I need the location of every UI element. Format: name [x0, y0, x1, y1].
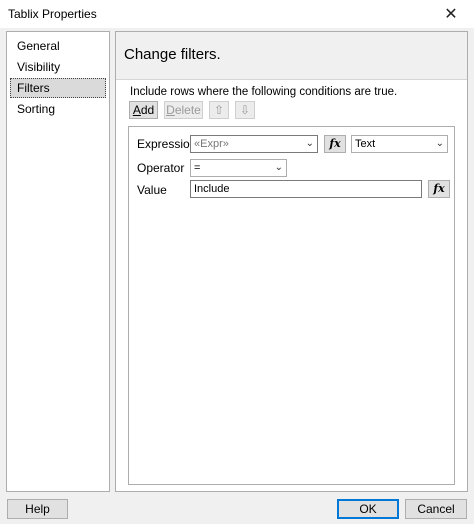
- delete-button-label: Delete: [166, 103, 201, 117]
- ok-button-label: OK: [359, 502, 377, 516]
- sidebar-item-label: Sorting: [17, 102, 56, 116]
- value-label: Value: [137, 183, 167, 197]
- function-icon: fx: [433, 182, 445, 195]
- filter-panel: Expression «Expr» ⌄ fx Text ⌄ Operator =…: [128, 126, 455, 485]
- sidebar-item-label: Filters: [17, 81, 50, 95]
- chevron-down-icon: ⌄: [274, 162, 283, 173]
- value-input[interactable]: Include: [190, 180, 422, 198]
- chevron-down-icon: ⌄: [305, 138, 314, 149]
- page-title: Change filters.: [124, 46, 221, 63]
- arrow-down-icon: ⇩: [239, 103, 251, 117]
- chevron-down-icon: ⌄: [435, 138, 444, 149]
- sidebar-item-sorting[interactable]: Sorting: [10, 99, 106, 119]
- sidebar-item-general[interactable]: General: [10, 36, 106, 56]
- close-button[interactable]: ✕: [428, 0, 474, 28]
- operator-label: Operator: [137, 161, 185, 175]
- delete-button[interactable]: Delete: [164, 101, 203, 119]
- sidebar-item-filters[interactable]: Filters: [10, 78, 106, 98]
- expression-combo[interactable]: «Expr» ⌄: [190, 135, 318, 153]
- add-button-label: Add: [132, 103, 155, 117]
- expression-label: Expression: [137, 137, 197, 151]
- sidebar-item-label: Visibility: [17, 60, 61, 74]
- main-body: Include rows where the following conditi…: [116, 80, 467, 491]
- type-value: Text: [355, 138, 376, 150]
- expression-value: «Expr»: [194, 138, 229, 150]
- instructions-text: Include rows where the following conditi…: [130, 86, 398, 98]
- move-down-button[interactable]: ⇩: [235, 101, 255, 119]
- sidebar-item-visibility[interactable]: Visibility: [10, 57, 106, 77]
- sidebar-item-label: General: [17, 39, 60, 53]
- close-icon: ✕: [444, 6, 458, 23]
- expression-fx-button[interactable]: fx: [324, 135, 346, 153]
- function-icon: fx: [329, 137, 341, 150]
- help-button-label: Help: [25, 502, 50, 516]
- value-text: Include: [194, 183, 230, 195]
- move-up-button[interactable]: ⇧: [209, 101, 229, 119]
- type-combo[interactable]: Text ⌄: [351, 135, 448, 153]
- window-title: Tablix Properties: [8, 7, 97, 21]
- operator-combo[interactable]: = ⌄: [190, 159, 287, 177]
- help-button[interactable]: Help: [7, 499, 68, 519]
- arrow-up-icon: ⇧: [213, 103, 225, 117]
- main-header: Change filters.: [116, 32, 467, 80]
- add-button[interactable]: Add: [129, 101, 158, 119]
- cancel-button[interactable]: Cancel: [405, 499, 467, 519]
- cancel-button-label: Cancel: [417, 502, 455, 516]
- ok-button[interactable]: OK: [337, 499, 399, 519]
- operator-value: =: [194, 162, 201, 174]
- title-bar: Tablix Properties ✕: [0, 0, 474, 28]
- value-fx-button[interactable]: fx: [428, 180, 450, 198]
- sidebar: General Visibility Filters Sorting: [6, 31, 110, 492]
- main-panel: Change filters. Include rows where the f…: [115, 31, 468, 492]
